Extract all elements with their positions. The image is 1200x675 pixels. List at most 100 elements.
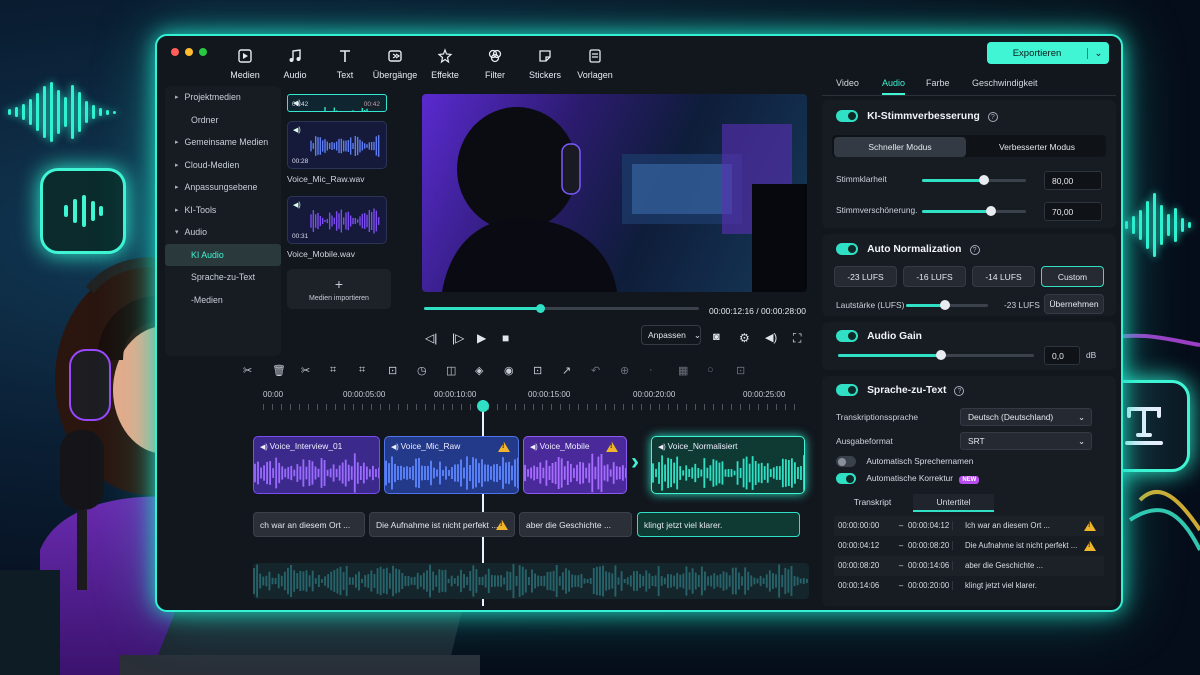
sidebar-item[interactable]: Ordner <box>165 109 281 132</box>
chevron-right-icon: ▸ <box>175 206 179 214</box>
subtitle-clip[interactable]: ch war an diesem Ort ... <box>253 512 365 537</box>
audio-clip[interactable]: ◀) Voice_Normalisiert <box>651 436 805 494</box>
subtitle-clip[interactable]: Die Aufnahme ist nicht perfekt ... <box>369 512 515 537</box>
lufs-preset-button[interactable]: -16 LUFS <box>903 266 966 287</box>
scissors-icon[interactable]: ✂ <box>243 364 252 377</box>
row-start: 00:00:14:06 <box>838 581 880 591</box>
volume-icon[interactable]: ◀) <box>765 331 777 344</box>
help-icon[interactable]: ? <box>969 245 980 255</box>
speaker-names-toggle[interactable] <box>836 456 856 468</box>
gain-slider[interactable] <box>838 350 1034 360</box>
format-select[interactable]: SRT ⌄ <box>960 432 1092 450</box>
audio-clip[interactable]: ◀) Voice_Mobile <box>523 436 627 494</box>
speech-to-text-card: Sprache-zu-Text ? Transkriptionssprache … <box>822 376 1116 606</box>
subtitle-clip[interactable]: klingt jetzt viel klarer. <box>637 512 800 537</box>
toolbar-label: Audio <box>283 70 307 80</box>
subtitle-row[interactable]: 00:00:14:06 –00:00:20:00 klingt jetzt viel… <box>834 576 1104 596</box>
normalization-toggle[interactable] <box>836 243 858 256</box>
maximize-dot[interactable] <box>199 48 207 56</box>
settings-icon[interactable]: ⚙ <box>739 331 750 345</box>
next-frame-icon[interactable]: |▷ <box>452 331 464 345</box>
media-thumbnail[interactable]: ◀) 00:28 <box>287 121 387 169</box>
subtitle-text: klingt jetzt viel klarer. <box>644 519 723 530</box>
tab-transcript[interactable]: Transkript <box>832 494 913 512</box>
sidebar-item[interactable]: ▸ Cloud-Medien <box>165 154 281 177</box>
tab-video[interactable]: Video <box>836 78 859 93</box>
gain-input[interactable]: 0,0 <box>1044 346 1080 365</box>
media-duration: 00:28 <box>292 158 309 165</box>
playhead-knob[interactable] <box>535 304 545 313</box>
import-media-button[interactable]: + Medien importieren <box>287 269 391 309</box>
help-icon[interactable]: ? <box>954 386 965 396</box>
play-icon[interactable]: ▶ <box>477 331 486 345</box>
sidebar-item[interactable]: ▸ Anpassungsebene <box>165 176 281 199</box>
row-dash: – <box>898 561 904 571</box>
row-dash: – <box>898 581 904 591</box>
auto-correction-toggle[interactable] <box>836 473 856 485</box>
tab-subtitles[interactable]: Untertitel <box>913 494 994 512</box>
ai-voice-toggle[interactable] <box>836 110 858 123</box>
beauty-slider[interactable] <box>922 206 1026 216</box>
media-icon <box>237 48 253 66</box>
clip-name: Voice_Mobile <box>539 441 590 451</box>
clip-label: ◀) Voice_Mobile <box>530 441 590 451</box>
tab-audio[interactable]: Audio <box>882 78 906 95</box>
fit-label: Anpassen <box>648 330 686 340</box>
fast-mode-button[interactable]: Schneller Modus <box>834 137 966 157</box>
sidebar-item[interactable]: ▸ Gemeinsame Medien <box>165 131 281 154</box>
sidebar-item[interactable]: ▸ KI-Tools <box>165 199 281 222</box>
toolbar-template-button[interactable]: Vorlagen <box>565 48 625 80</box>
language-select[interactable]: Deutsch (Deutschland) ⌄ <box>960 408 1092 426</box>
lufs-preset-button[interactable]: Custom <box>1041 266 1104 287</box>
chevron-down-icon[interactable]: ⌄ <box>1087 47 1109 59</box>
sidebar-item-label: -Medien <box>191 294 223 305</box>
audio-clip[interactable]: ◀) Voice_Mic_Raw <box>384 436 519 494</box>
close-dot[interactable] <box>171 48 179 56</box>
snapshot-icon[interactable]: ◙ <box>713 331 720 343</box>
clarity-input[interactable]: 80,00 <box>1044 171 1102 190</box>
help-icon[interactable]: ? <box>987 112 998 122</box>
media-thumbnail[interactable]: ◀) 00:31 <box>287 196 387 244</box>
loudness-slider[interactable] <box>906 300 988 310</box>
tab-farbe[interactable]: Farbe <box>926 78 950 93</box>
video-preview[interactable] <box>422 94 807 292</box>
tab-geschwindigkeit[interactable]: Geschwindigkeit <box>972 78 1038 93</box>
sidebar-item[interactable]: ▸ Projektmedien <box>165 86 281 109</box>
minimize-dot[interactable] <box>185 48 193 56</box>
sidebar-item[interactable]: ▾ Audio <box>165 221 281 244</box>
arrow-right-icon: › <box>631 448 639 475</box>
apply-button[interactable]: Übernehmen <box>1044 294 1104 314</box>
lufs-preset-button[interactable]: -23 LUFS <box>834 266 897 287</box>
row-end: 00:00:08:20 <box>908 541 950 551</box>
audio-gain-toggle[interactable] <box>836 330 858 343</box>
export-button[interactable]: Exportieren ⌄ <box>987 42 1109 64</box>
clip-label: ◀) Voice_Interview_01 <box>260 441 342 451</box>
playback-progress[interactable] <box>424 304 699 313</box>
subtitle-row[interactable]: 00:00:08:20 –00:00:14:06 aber die Geschich… <box>834 556 1104 576</box>
enhanced-mode-button[interactable]: Verbesserter Modus <box>970 137 1104 157</box>
background-audio-track[interactable] <box>253 563 809 599</box>
sidebar-item-label: Projektmedien <box>184 92 241 103</box>
subtitle-row[interactable]: 00:00:00:00 –00:00:04:12 Ich war an diesem… <box>834 516 1104 536</box>
audio-gain-card: Audio Gain 0,0 dB <box>822 322 1116 370</box>
fullscreen-icon[interactable]: ⛶ <box>793 331 801 346</box>
sidebar-item[interactable]: -Medien <box>165 289 281 312</box>
media-thumbnail[interactable]: ◀) 00:42 00:42 <box>287 94 387 112</box>
media-duration: 00:42 <box>292 101 309 108</box>
lufs-preset-button[interactable]: -14 LUFS <box>972 266 1035 287</box>
playhead-handle[interactable] <box>477 400 489 412</box>
stt-toggle[interactable] <box>836 384 858 397</box>
prev-frame-icon[interactable]: ◁| <box>425 331 437 345</box>
format-value: SRT <box>968 436 985 446</box>
audio-clip[interactable]: ◀) Voice_Interview_01 <box>253 436 380 494</box>
stop-icon[interactable]: ■ <box>502 331 509 345</box>
subtitle-row[interactable]: 00:00:04:12 –00:00:08:20 Die Aufnahme ist … <box>834 536 1104 556</box>
speaker-icon: ◀) <box>391 444 401 451</box>
sidebar-item[interactable]: Sprache-zu-Text <box>165 266 281 289</box>
clarity-slider[interactable] <box>922 175 1026 185</box>
sidebar-item[interactable]: KI Audio <box>165 243 281 266</box>
ruler-label: 00:00:15:00 <box>528 390 571 399</box>
fit-select[interactable]: Anpassen ⌄ <box>641 325 701 345</box>
subtitle-clip[interactable]: aber die Geschichte ... <box>519 512 632 537</box>
beauty-input[interactable]: 70,00 <box>1044 202 1102 221</box>
